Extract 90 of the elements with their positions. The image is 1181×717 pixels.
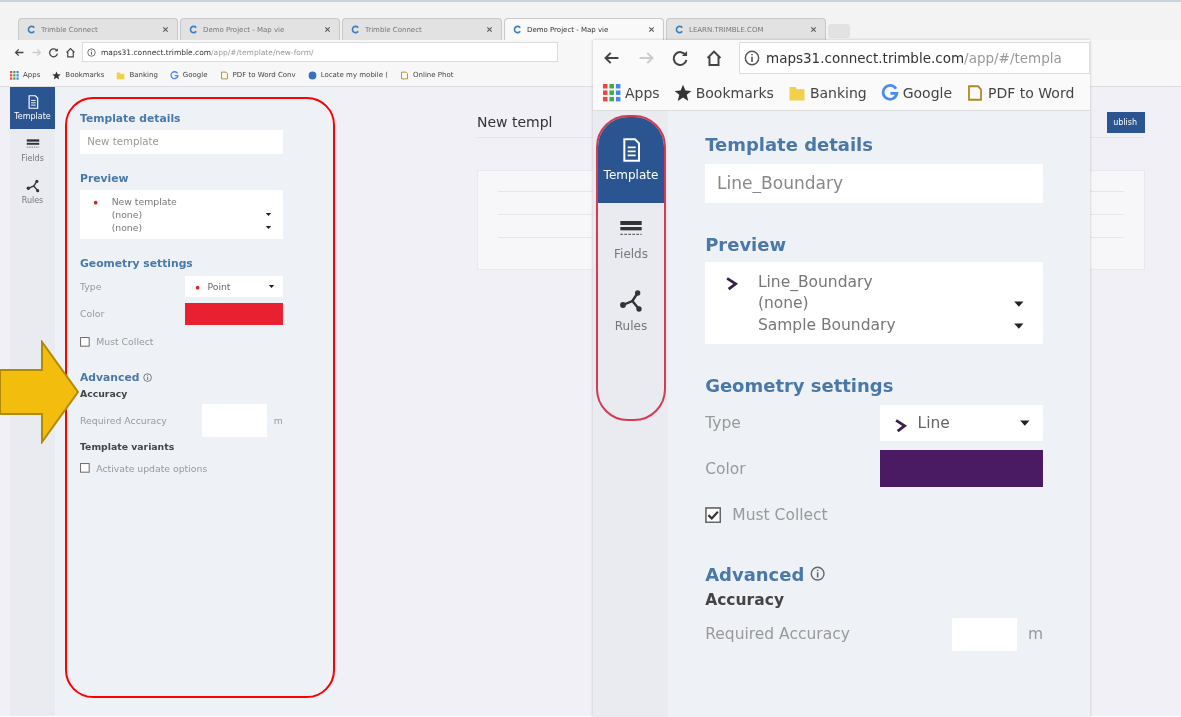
field-label: Type [705, 414, 741, 433]
field-label: Required Accuracy [80, 415, 167, 427]
document-icon [966, 83, 985, 102]
preview-text: (none) [111, 208, 143, 222]
unit-label: m [273, 415, 283, 427]
sidebar-item[interactable]: Rules [598, 275, 664, 347]
type-dropdown[interactable]: Line [880, 405, 1044, 441]
template-name-field[interactable]: Line_Boundary [705, 163, 1044, 203]
preview-text: (none) [757, 293, 809, 315]
branch-nodes-icon [619, 289, 643, 313]
page-icon [189, 25, 198, 34]
subheading: Template variants [80, 440, 176, 452]
template-name-field[interactable]: New template [80, 130, 283, 154]
polyline-icon [892, 417, 909, 434]
folder-icon [116, 70, 126, 80]
page-title: New templ [477, 114, 553, 130]
back-arrow-icon[interactable] [14, 46, 25, 58]
checkbox[interactable] [80, 336, 90, 347]
page-icon [27, 25, 36, 34]
reload-icon[interactable] [671, 48, 689, 67]
page-icon [513, 25, 522, 34]
preview-text: (none) [111, 221, 143, 235]
address-bar[interactable]: maps31.connect.trimble.com/app/#/templa [739, 41, 1090, 74]
close-icon[interactable] [810, 26, 817, 33]
sidebar-item[interactable]: Template [10, 87, 55, 129]
preview-text: New template [111, 195, 177, 209]
section-heading: Advanced [705, 563, 805, 585]
reload-icon[interactable] [48, 46, 59, 58]
info-icon[interactable] [142, 372, 152, 382]
unit-label: m [1027, 625, 1044, 644]
bookmark-link[interactable]: Bookmarks [695, 84, 774, 101]
page-icon [351, 25, 360, 34]
checkbox-label: Activate update options [96, 462, 208, 474]
caret-icon [1019, 419, 1031, 427]
checkbox-label: Must Collect [732, 505, 828, 524]
page-icon [675, 25, 684, 34]
home-icon[interactable] [65, 46, 76, 58]
caret-icon [268, 284, 276, 289]
caret-icon [1012, 321, 1025, 330]
section-heading: Template details [705, 134, 874, 156]
bookmark-link[interactable]: Banking [809, 84, 867, 101]
section-heading: Preview [705, 233, 788, 255]
field-label: Type [80, 280, 102, 292]
section-heading: Template details [80, 112, 182, 125]
document-icon [25, 95, 40, 109]
color-dropdown[interactable] [880, 450, 1044, 488]
caret-icon [1012, 300, 1025, 308]
checkbox[interactable] [705, 506, 722, 524]
polyline-icon [723, 276, 740, 292]
section-heading: Geometry settings [80, 257, 194, 271]
close-icon[interactable] [486, 26, 493, 33]
close-icon[interactable] [162, 26, 169, 33]
checkbox[interactable] [80, 463, 90, 474]
document-icon [219, 70, 229, 80]
sidebar-item[interactable]: Fields [10, 129, 55, 171]
g-logo-icon [169, 70, 179, 80]
bookmark-link[interactable]: Google [902, 84, 953, 101]
preview-text: Line_Boundary [757, 271, 873, 293]
sidebar-item[interactable]: Rules [10, 171, 55, 213]
sidebar-item[interactable]: Template [598, 117, 664, 203]
publish-button[interactable]: ublish [1107, 111, 1145, 133]
close-icon[interactable] [648, 26, 655, 33]
field-label: Color [705, 459, 746, 478]
subheading: Accuracy [705, 590, 785, 609]
sidebar-item[interactable]: Fields [598, 203, 664, 275]
star-icon [673, 83, 692, 102]
apps-grid-icon [10, 70, 19, 80]
g-logo-icon [880, 83, 899, 102]
star-icon [52, 70, 62, 80]
table-rows-icon [25, 137, 40, 151]
checkbox-label: Must Collect [96, 336, 154, 348]
branch-nodes-icon [25, 179, 40, 193]
preview-text: Sample Boundary [757, 314, 896, 336]
type-dropdown[interactable]: Point [185, 275, 283, 298]
section-heading: Preview [80, 171, 130, 185]
info-icon [87, 47, 96, 57]
bookmark-link[interactable]: Apps [625, 84, 660, 101]
close-icon[interactable] [324, 26, 331, 33]
subheading: Accuracy [80, 387, 129, 399]
apps-grid-icon [603, 83, 621, 102]
color-dropdown[interactable] [185, 302, 283, 326]
bookmark-link[interactable]: PDF to Word [988, 84, 1075, 101]
document-icon [400, 70, 409, 80]
home-icon[interactable] [705, 48, 723, 67]
field-label: Color [80, 308, 105, 320]
field-label: Required Accuracy [705, 625, 850, 644]
info-icon [744, 49, 760, 66]
info-icon[interactable] [809, 566, 825, 582]
section-heading: Advanced [80, 370, 140, 384]
section-heading: Geometry settings [705, 374, 895, 396]
